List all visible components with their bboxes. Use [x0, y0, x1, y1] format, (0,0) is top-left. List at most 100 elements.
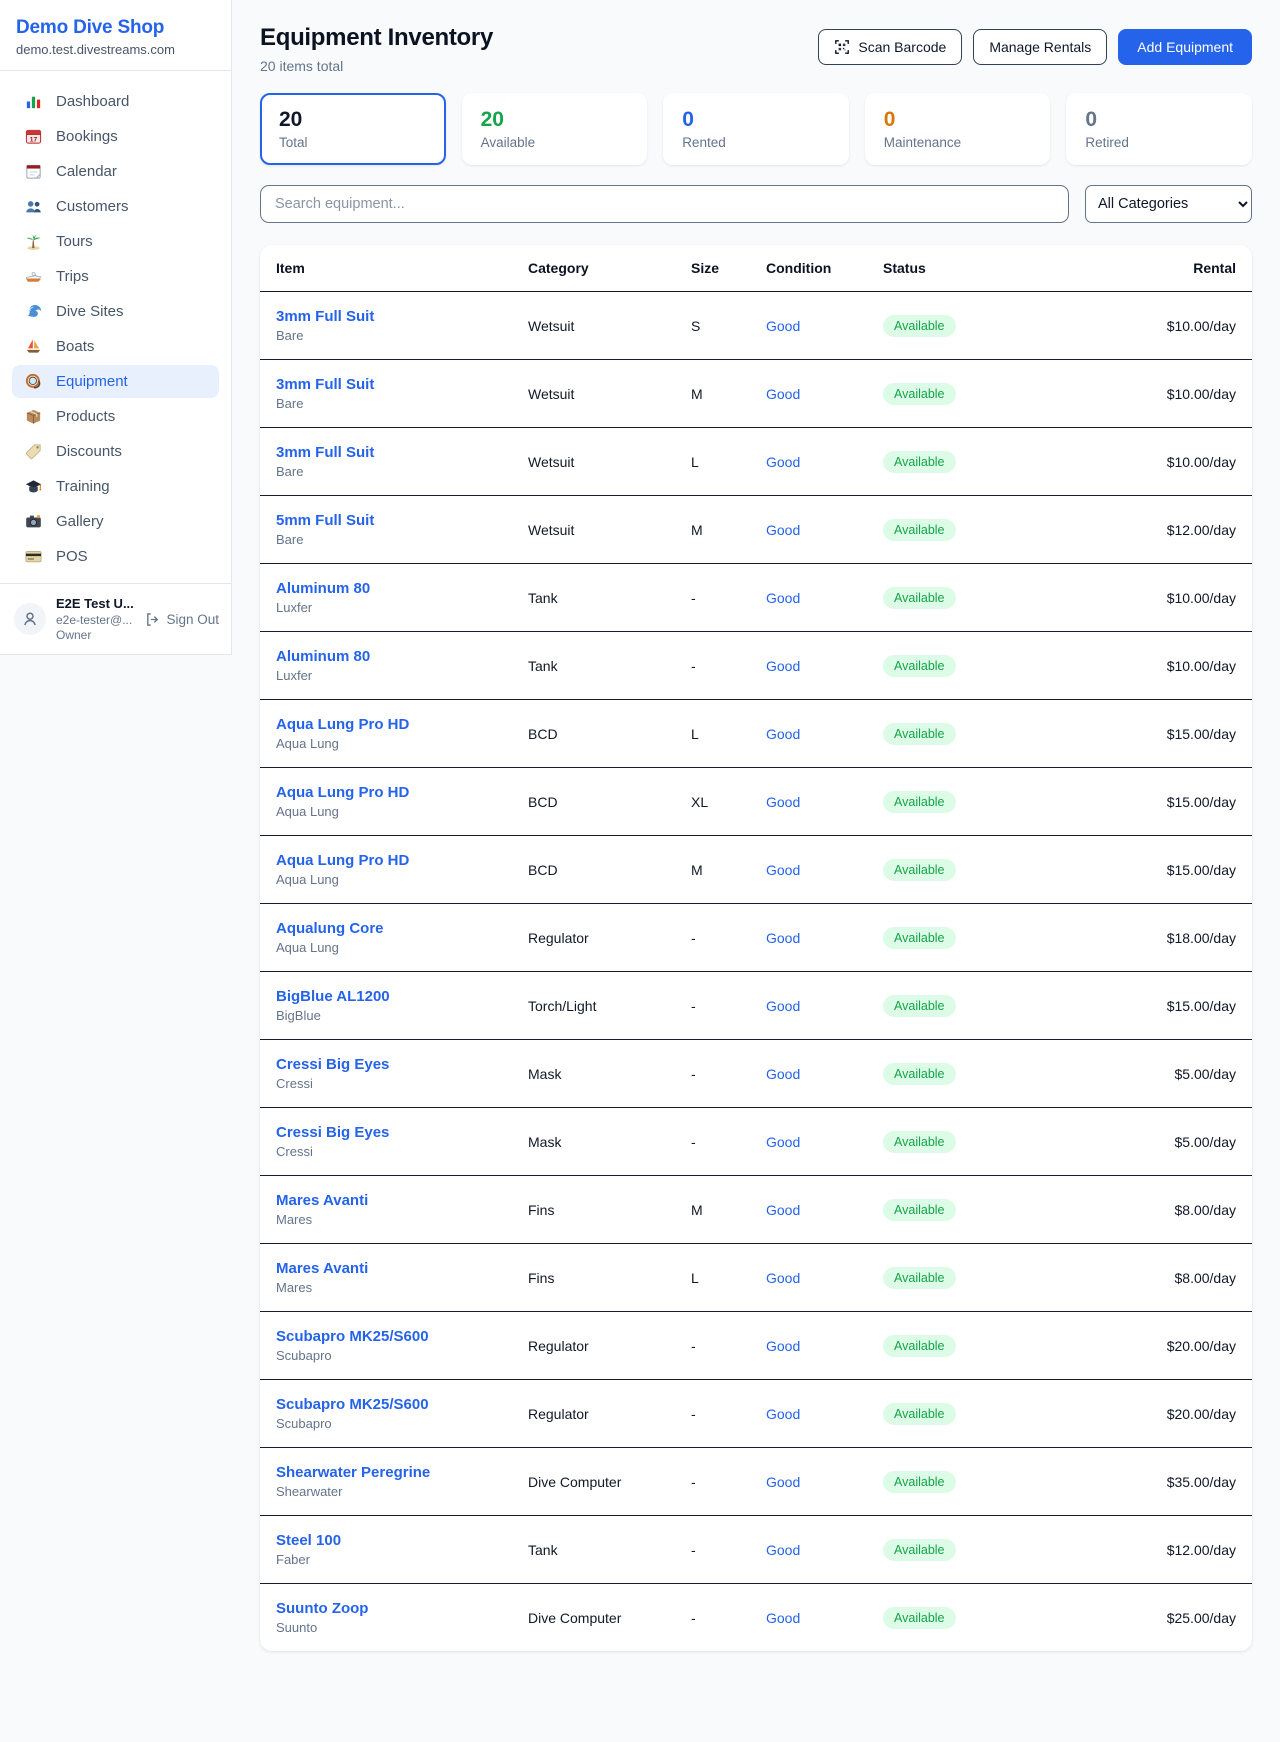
rental-rate: $8.00/day	[1045, 1244, 1252, 1312]
condition-link[interactable]: Good	[766, 1134, 800, 1150]
stat-card-available[interactable]: 20Available	[462, 93, 648, 165]
item-name-link[interactable]: 3mm Full Suit	[276, 376, 496, 393]
scan-barcode-button[interactable]: Scan Barcode	[818, 29, 962, 65]
sidebar-item-calendar[interactable]: Calendar	[12, 155, 219, 188]
stat-card-rented[interactable]: 0 Rented	[663, 93, 849, 165]
item-name-link[interactable]: Steel 100	[276, 1532, 496, 1549]
sidebar-item-boats[interactable]: Boats	[12, 330, 219, 363]
item-name-link[interactable]: 3mm Full Suit	[276, 444, 496, 461]
condition-link[interactable]: Good	[766, 1406, 800, 1422]
sidebar-item-pos[interactable]: POS	[12, 540, 219, 573]
stat-card-retired[interactable]: 0Retired	[1066, 93, 1252, 165]
condition-link[interactable]: Good	[766, 1270, 800, 1286]
table-row: Scubapro MK25/S600ScubaproRegulator-Good…	[260, 1380, 1252, 1448]
status-badge: Available	[883, 723, 956, 745]
stat-value: 20	[481, 108, 629, 132]
person-icon	[20, 609, 40, 629]
item-name-link[interactable]: BigBlue AL1200	[276, 988, 496, 1005]
sidebar-item-discounts[interactable]: Discounts	[12, 435, 219, 468]
rental-rate: $10.00/day	[1045, 360, 1252, 428]
sidebar-item-tours[interactable]: Tours	[12, 225, 219, 258]
item-name-link[interactable]: Mares Avanti	[276, 1260, 496, 1277]
condition-link[interactable]: Good	[766, 590, 800, 606]
item-name-link[interactable]: Aqua Lung Pro HD	[276, 852, 496, 869]
stat-label: Maintenance	[884, 135, 1032, 150]
status-badge: Available	[883, 655, 956, 677]
item-category: Wetsuit	[512, 292, 675, 360]
sidebar-item-equipment[interactable]: Equipment	[12, 365, 219, 398]
item-size: S	[675, 292, 750, 360]
item-brand: Shearwater	[276, 1484, 496, 1499]
condition-link[interactable]: Good	[766, 862, 800, 878]
condition-link[interactable]: Good	[766, 318, 800, 334]
stat-value: 0	[884, 108, 1032, 132]
item-name-link[interactable]: Aqua Lung Pro HD	[276, 784, 496, 801]
equipment-table: ItemCategorySizeConditionStatusRental 3m…	[260, 245, 1252, 1651]
item-name-link[interactable]: Shearwater Peregrine	[276, 1464, 496, 1481]
item-brand: Aqua Lung	[276, 872, 496, 887]
item-name-link[interactable]: Aluminum 80	[276, 580, 496, 597]
manage-rentals-button[interactable]: Manage Rentals	[973, 29, 1107, 65]
condition-link[interactable]: Good	[766, 454, 800, 470]
sidebar-item-label: Bookings	[56, 128, 118, 145]
sidebar-item-label: POS	[56, 548, 88, 565]
condition-link[interactable]: Good	[766, 1474, 800, 1490]
item-category: Fins	[512, 1176, 675, 1244]
condition-link[interactable]: Good	[766, 658, 800, 674]
stat-label: Rented	[682, 135, 830, 150]
condition-link[interactable]: Good	[766, 1338, 800, 1354]
item-name-link[interactable]: 3mm Full Suit	[276, 308, 496, 325]
column-header-item: Item	[260, 245, 512, 292]
condition-link[interactable]: Good	[766, 1610, 800, 1626]
add-equipment-button[interactable]: Add Equipment	[1118, 29, 1252, 65]
stat-value: 0	[682, 108, 830, 132]
item-name-link[interactable]: Mares Avanti	[276, 1192, 496, 1209]
condition-link[interactable]: Good	[766, 794, 800, 810]
speedboat-icon	[24, 267, 43, 286]
item-name-link[interactable]: Suunto Zoop	[276, 1600, 496, 1617]
dive-mask-icon	[24, 372, 43, 391]
item-name-link[interactable]: Aqualung Core	[276, 920, 496, 937]
sidebar-item-dive-sites[interactable]: Dive Sites	[12, 295, 219, 328]
users-icon	[24, 197, 43, 216]
sign-out-icon	[144, 611, 161, 628]
sidebar-item-trips[interactable]: Trips	[12, 260, 219, 293]
condition-link[interactable]: Good	[766, 386, 800, 402]
stat-card-total[interactable]: 20Total	[260, 93, 446, 165]
item-size: -	[675, 632, 750, 700]
sidebar-item-dashboard[interactable]: Dashboard	[12, 85, 219, 118]
item-name-link[interactable]: Cressi Big Eyes	[276, 1124, 496, 1141]
sidebar-item-label: Tours	[56, 233, 93, 250]
item-name-link[interactable]: Cressi Big Eyes	[276, 1056, 496, 1073]
item-category: Mask	[512, 1040, 675, 1108]
sidebar-item-bookings[interactable]: 17Bookings	[12, 120, 219, 153]
condition-link[interactable]: Good	[766, 998, 800, 1014]
brand-name[interactable]: Demo Dive Shop	[16, 17, 215, 39]
stat-card-maintenance[interactable]: 0 Maintenance	[865, 93, 1051, 165]
sidebar-item-customers[interactable]: Customers	[12, 190, 219, 223]
condition-link[interactable]: Good	[766, 930, 800, 946]
sidebar-item-label: Dive Sites	[56, 303, 124, 320]
condition-link[interactable]: Good	[766, 1542, 800, 1558]
sidebar-item-training[interactable]: Training	[12, 470, 219, 503]
equipment-table-card: ItemCategorySizeConditionStatusRental 3m…	[260, 245, 1252, 1651]
item-name-link[interactable]: Aluminum 80	[276, 648, 496, 665]
item-name-link[interactable]: 5mm Full Suit	[276, 512, 496, 529]
sidebar-item-gallery[interactable]: Gallery	[12, 505, 219, 538]
item-name-link[interactable]: Aqua Lung Pro HD	[276, 716, 496, 733]
rental-rate: $15.00/day	[1045, 700, 1252, 768]
sidebar-item-products[interactable]: Products	[12, 400, 219, 433]
sidebar: Demo Dive Shop demo.test.divestreams.com…	[0, 0, 232, 655]
item-name-link[interactable]: Scubapro MK25/S600	[276, 1328, 496, 1345]
item-name-link[interactable]: Scubapro MK25/S600	[276, 1396, 496, 1413]
search-input[interactable]	[260, 185, 1069, 223]
item-size: L	[675, 1244, 750, 1312]
condition-link[interactable]: Good	[766, 1066, 800, 1082]
status-badge: Available	[883, 451, 956, 473]
sign-out-button[interactable]: Sign Out	[144, 611, 219, 628]
condition-link[interactable]: Good	[766, 726, 800, 742]
category-select[interactable]: All Categories	[1085, 185, 1252, 223]
status-badge: Available	[883, 995, 956, 1017]
condition-link[interactable]: Good	[766, 522, 800, 538]
condition-link[interactable]: Good	[766, 1202, 800, 1218]
